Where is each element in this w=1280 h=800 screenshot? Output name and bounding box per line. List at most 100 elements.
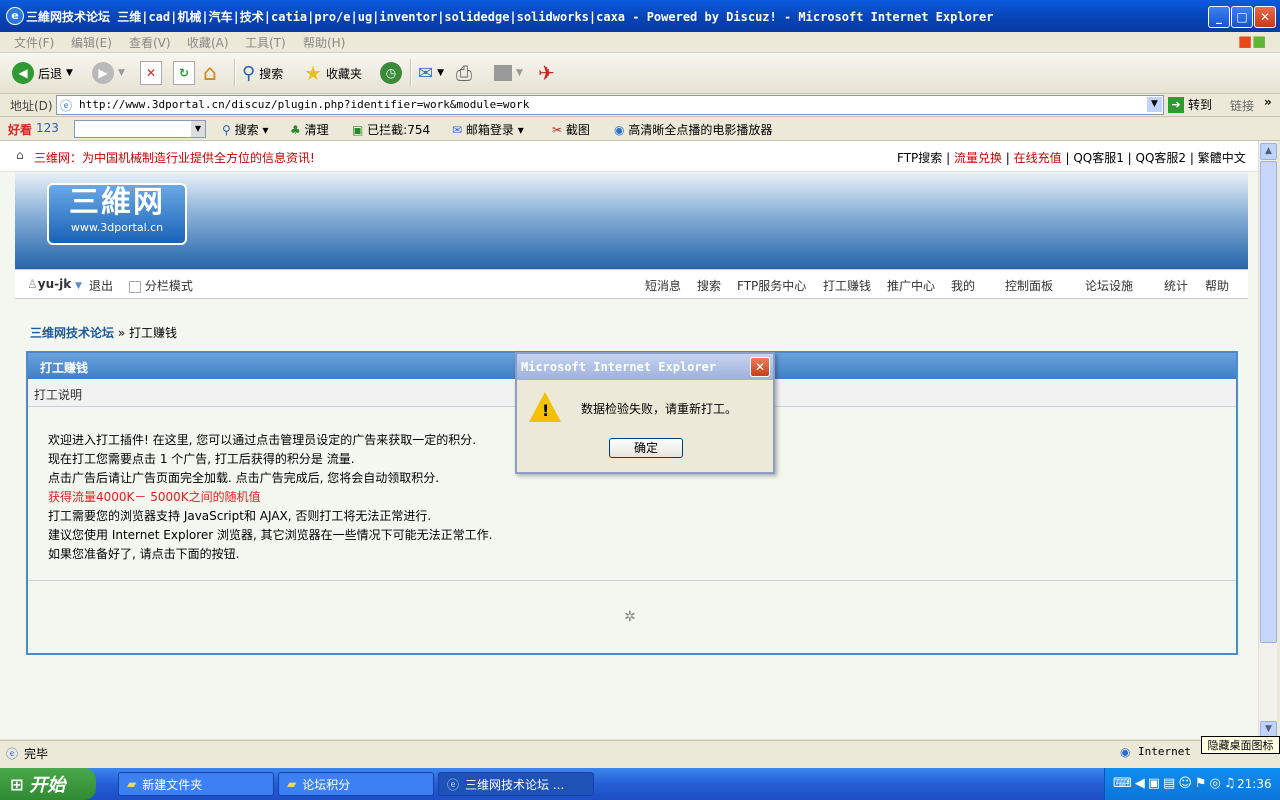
chevron-right-icon[interactable]: » xyxy=(1264,95,1272,109)
ok-button[interactable]: 确定 xyxy=(609,438,683,458)
instruction-line: 建议您使用 Internet Explorer 浏览器, 其它浏览器在一些情况下… xyxy=(48,528,493,542)
nav-search[interactable]: 搜索 xyxy=(697,277,721,294)
print-button[interactable]: ⎙ xyxy=(456,59,472,87)
nav-work-earn[interactable]: 打工赚钱 xyxy=(823,277,871,294)
task-new-folder[interactable]: ▰ 新建文件夹 xyxy=(118,772,274,796)
instruction-line: 打工需要您的浏览器支持 JavaScript和 AJAX, 否则打工将无法正常进… xyxy=(48,509,432,523)
address-label: 地址(D) xyxy=(10,99,53,113)
user-menu[interactable]: ♙yu-jk ▼ xyxy=(27,277,82,291)
refresh-button[interactable]: ↻ xyxy=(173,59,195,87)
favorites-button[interactable]: ★ 收藏夹 xyxy=(304,59,362,87)
scroll-thumb[interactable] xyxy=(1260,161,1277,643)
close-window-button[interactable]: ✕ xyxy=(1254,6,1276,28)
qq-service-2-link[interactable]: QQ客服2 xyxy=(1136,151,1187,165)
traffic-exchange-link[interactable]: 流量兑换 xyxy=(954,151,1002,165)
star-icon: ★ xyxy=(304,61,322,85)
task-label: 三维网技术论坛 ... xyxy=(465,777,565,792)
menu-tools[interactable]: 工具(T) xyxy=(245,34,286,51)
panel-divider xyxy=(28,580,1236,581)
checkbox-icon xyxy=(129,280,141,293)
menu-view[interactable]: 查看(V) xyxy=(129,34,171,51)
menu-help[interactable]: 帮助(H) xyxy=(303,34,345,51)
alert-dialog: Microsoft Internet Explorer ✕ ! 数据检验失败，请… xyxy=(515,352,775,474)
toolbar-separator xyxy=(410,59,412,87)
nav-forum-facilities[interactable]: 论坛设施 xyxy=(1085,277,1133,294)
minimize-button[interactable]: _ xyxy=(1208,6,1230,28)
links-label[interactable]: 链接 xyxy=(1230,97,1254,114)
nav-help[interactable]: 帮助 xyxy=(1205,277,1229,294)
menu-file[interactable]: 文件(F) xyxy=(14,34,54,51)
popup-blocker[interactable]: ▣ 已拦截:754 xyxy=(352,121,430,138)
mail-button[interactable]: ✉ ▼ xyxy=(418,59,444,87)
edit-button[interactable]: ▼ xyxy=(494,59,523,87)
clean-label: 清理 xyxy=(304,123,329,137)
dialog-title: Microsoft Internet Explorer xyxy=(521,360,717,374)
chevron-down-icon: ▼ xyxy=(75,281,82,291)
nav-messages[interactable]: 短消息 xyxy=(645,277,681,294)
maximize-button[interactable]: □ xyxy=(1231,6,1253,28)
chevron-down-icon: ▼ xyxy=(66,68,73,78)
start-label: 开始 xyxy=(29,775,66,796)
task-label: 论坛积分 xyxy=(302,777,351,792)
forward-arrow-icon: ▶ xyxy=(92,62,114,84)
start-button[interactable]: ⊞ 开始 xyxy=(0,768,96,800)
menu-edit[interactable]: 编辑(E) xyxy=(71,34,112,51)
site-logo[interactable]: 三維网 www.3dportal.cn xyxy=(47,183,187,245)
nav-ftp-center[interactable]: FTP服务中心 xyxy=(737,277,806,294)
menu-favorites[interactable]: 收藏(A) xyxy=(187,34,229,51)
nav-stats[interactable]: 统计 xyxy=(1164,277,1188,294)
back-button[interactable]: ◀ 后退 ▼ xyxy=(12,59,73,87)
mail-login-button[interactable]: ✉ 邮箱登录 ▾ xyxy=(452,121,524,138)
chevron-down-icon: ▼ xyxy=(516,68,523,78)
dialog-title-bar[interactable]: Microsoft Internet Explorer ✕ xyxy=(517,354,773,380)
task-browser[interactable]: ⓔ 三维网技术论坛 ... xyxy=(438,772,594,796)
username: yu-jk xyxy=(37,277,72,291)
forward-button[interactable]: ▶ ▼ xyxy=(92,59,125,87)
history-button[interactable]: ◷ xyxy=(380,59,402,87)
page-icon: ⓔ xyxy=(6,747,19,761)
dialog-close-button[interactable]: ✕ xyxy=(750,357,770,377)
ftp-search-link[interactable]: FTP搜索 xyxy=(897,151,942,165)
address-input[interactable]: ⓔ http://www.3dportal.cn/discuz/plugin.p… xyxy=(56,95,1164,115)
task-forum-points[interactable]: ▰ 论坛积分 xyxy=(278,772,434,796)
stop-button[interactable]: ✕ xyxy=(140,59,162,87)
home-button[interactable]: ⌂ xyxy=(203,59,217,87)
loading-spinner-icon: ✲ xyxy=(624,609,636,625)
online-recharge-link[interactable]: 在线充值 xyxy=(1014,151,1062,165)
address-dropdown-icon[interactable]: ▼ xyxy=(1147,97,1162,112)
go-arrow-icon: ➜ xyxy=(1168,96,1184,113)
nav-promotion[interactable]: 推广中心 xyxy=(887,277,935,294)
clock[interactable]: 21:36 xyxy=(1237,777,1272,791)
window-title-bar[interactable]: e 三維网技术论坛 三维|cad|机械|汽车|技术|catia|pro/e|ug… xyxy=(0,0,1280,32)
messenger-button[interactable]: ✈ xyxy=(538,59,555,87)
search-button[interactable]: ⚲ 搜索 xyxy=(242,59,283,87)
vertical-scrollbar[interactable]: ▲ ▼ xyxy=(1258,141,1277,739)
nav-control-panel[interactable]: 控制面板 xyxy=(1005,277,1053,294)
globe-icon: ◉ xyxy=(1120,745,1131,759)
nav-my[interactable]: 我的 xyxy=(951,277,975,294)
qq-service-1-link[interactable]: QQ客服1 xyxy=(1073,151,1124,165)
go-button[interactable]: ➜ 转到 xyxy=(1168,96,1212,113)
instruction-line: 如果您准备好了, 请点击下面的按钮. xyxy=(48,547,240,561)
panel-subtitle: 打工说明 xyxy=(34,388,83,402)
home-icon: ⌂ xyxy=(203,60,217,86)
breadcrumb-home[interactable]: 三维网技术论坛 xyxy=(30,326,114,340)
logo-title: 三維网 xyxy=(69,185,165,220)
clean-button[interactable]: ♣ 清理 xyxy=(290,121,329,138)
chevron-down-icon[interactable]: ▼ xyxy=(191,121,205,137)
address-url: http://www.3dportal.cn/discuz/plugin.php… xyxy=(79,98,530,111)
scroll-up-icon[interactable]: ▲ xyxy=(1260,143,1277,160)
announcement-text[interactable]: 三维网：为中国机械制造行业提供全方位的信息资讯! xyxy=(34,149,315,166)
screenshot-button[interactable]: ✂ 截图 xyxy=(552,121,590,138)
logout-link[interactable]: 退出 xyxy=(89,277,113,294)
brand-123[interactable]: 123 xyxy=(36,121,59,135)
home-icon[interactable]: ⌂ xyxy=(16,148,24,162)
tray-icons[interactable]: ⌨◀▣▤☺⚑◎♫ xyxy=(1113,776,1239,791)
traditional-chinese-link[interactable]: 繁體中文 xyxy=(1198,151,1246,165)
player-button[interactable]: ◉ 高清晰全点播的电影播放器 xyxy=(614,121,772,138)
split-mode-toggle[interactable]: 分栏模式 xyxy=(129,277,193,294)
toolbar-search-button[interactable]: ⚲ 搜索 ▾ xyxy=(222,121,268,138)
announcement-strip: ⌂ 三维网：为中国机械制造行业提供全方位的信息资讯! FTP搜索 | 流量兑换 … xyxy=(0,141,1258,172)
toolbar-search-input[interactable]: ▼ xyxy=(74,120,206,138)
top-links: FTP搜索 | 流量兑换 | 在线充值 | QQ客服1 | QQ客服2 | 繁體… xyxy=(897,151,1246,165)
